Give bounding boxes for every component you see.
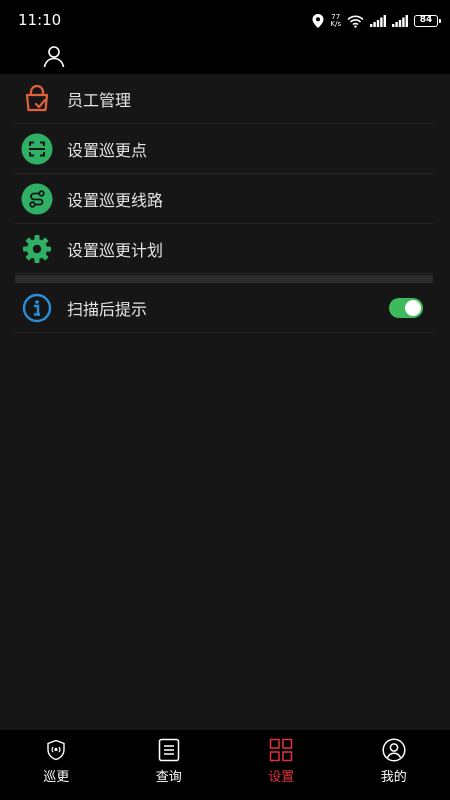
route-icon xyxy=(21,183,53,215)
gear-icon xyxy=(21,233,53,265)
patrol-shield-icon xyxy=(44,738,68,762)
settings-item-scan-prompt: 扫描后提示 xyxy=(15,283,433,333)
settings-item-label: 设置巡更点 xyxy=(67,140,148,160)
tab-label: 设置 xyxy=(268,770,295,785)
status-time: 11:10 xyxy=(18,11,62,29)
list-doc-icon xyxy=(157,738,181,762)
settings-item-label: 设置巡更线路 xyxy=(67,190,164,210)
tab-patrol[interactable]: 巡更 xyxy=(0,730,113,800)
info-icon xyxy=(21,292,53,324)
status-bar: 11:10 77 K/s 84 xyxy=(0,0,450,40)
tab-mine[interactable]: 我的 xyxy=(338,730,450,800)
settings-item-patrol-plan[interactable]: 设置巡更计划 xyxy=(15,224,433,274)
scan-point-icon xyxy=(21,133,53,165)
settings-item-staff[interactable]: 员工管理 xyxy=(15,74,433,124)
settings-item-patrol-route[interactable]: 设置巡更线路 xyxy=(15,174,433,224)
tab-settings[interactable]: 设置 xyxy=(225,730,338,800)
scan-prompt-label: 扫描后提示 xyxy=(67,299,148,319)
signal-icon xyxy=(370,15,386,27)
bottom-tab-bar: 巡更 查询 设置 我的 xyxy=(0,730,450,800)
settings-list: 员工管理 设置巡更点 设置巡更线路 设置巡更计划 扫描后提示 xyxy=(15,74,433,333)
battery-icon: 84 xyxy=(414,15,441,27)
scan-prompt-toggle[interactable] xyxy=(389,297,423,318)
grid-icon xyxy=(269,738,293,762)
section-divider xyxy=(15,275,433,283)
tab-label: 巡更 xyxy=(43,770,70,785)
status-icons: 77 K/s 84 xyxy=(312,12,441,30)
tab-label: 我的 xyxy=(380,770,407,785)
user-icon[interactable] xyxy=(42,44,66,68)
wifi-icon xyxy=(347,15,364,28)
location-icon xyxy=(312,14,324,28)
settings-item-label: 员工管理 xyxy=(67,90,132,110)
settings-item-label: 设置巡更计划 xyxy=(67,240,164,260)
top-bar xyxy=(0,40,450,74)
tab-label: 查询 xyxy=(155,770,182,785)
staff-bag-icon xyxy=(21,83,53,115)
net-speed: 77 K/s xyxy=(330,13,341,28)
tab-query[interactable]: 查询 xyxy=(113,730,226,800)
signal-icon-2 xyxy=(392,15,408,27)
settings-item-patrol-point[interactable]: 设置巡更点 xyxy=(15,124,433,174)
toggle-knob xyxy=(405,299,421,316)
user-circle-icon xyxy=(382,738,406,762)
